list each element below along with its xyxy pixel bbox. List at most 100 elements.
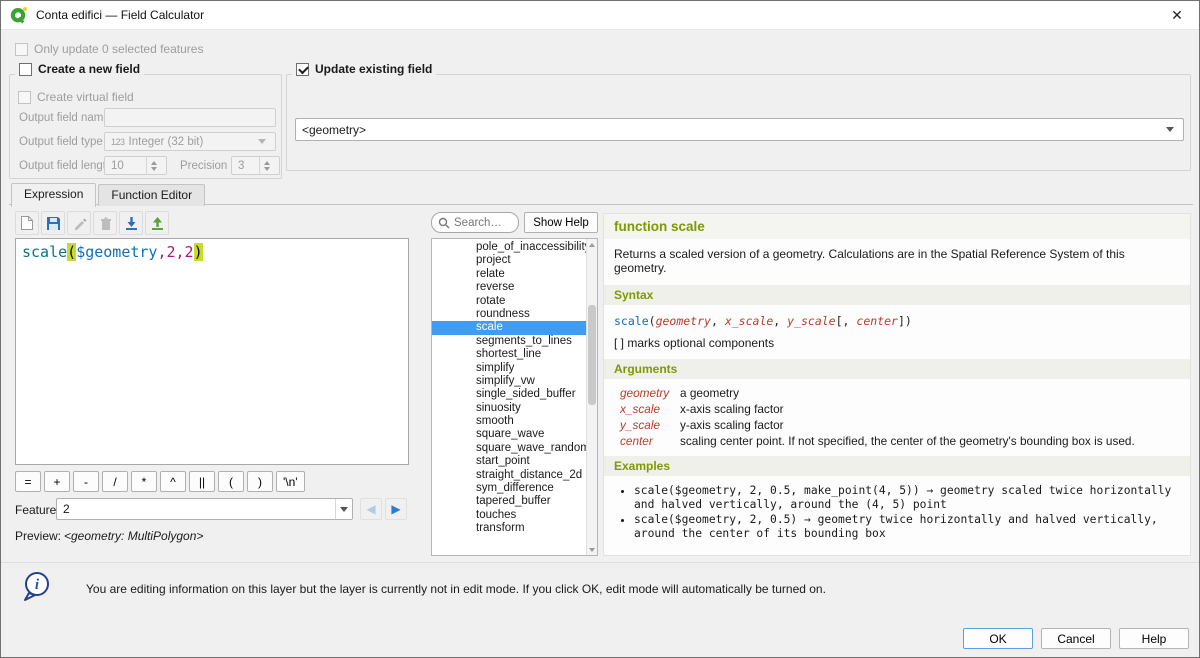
function-list-item[interactable]: square_wave_random… xyxy=(432,442,586,455)
next-feature-button[interactable]: ▶ xyxy=(385,498,407,520)
titlebar: Conta edifici — Field Calculator ✕ xyxy=(1,1,1199,30)
operator-button[interactable]: * xyxy=(131,471,157,492)
function-list-item[interactable]: reverse xyxy=(432,281,586,294)
expression-code-line: scale($geometry,2,2) xyxy=(22,243,402,261)
function-list-items: pole_of_inaccessibilityprojectrelatereve… xyxy=(432,241,586,536)
output-field-length-spinbox: 10 xyxy=(104,156,167,175)
tab-bar: Expression Function Editor xyxy=(11,183,207,206)
function-list-item[interactable]: simplify_vw xyxy=(432,375,586,388)
syntax-part: x_scale xyxy=(725,314,773,328)
function-list-item[interactable]: transform xyxy=(432,522,586,535)
function-search[interactable] xyxy=(431,212,519,233)
function-list-item[interactable]: tapered_buffer xyxy=(432,495,586,508)
cancel-button[interactable]: Cancel xyxy=(1041,628,1111,649)
function-list-item[interactable]: scale xyxy=(432,321,586,334)
tab-expression[interactable]: Expression xyxy=(11,183,96,207)
checkbox-label: Create virtual field xyxy=(37,90,134,104)
syntax-part: y_scale xyxy=(787,314,835,328)
function-list-item[interactable]: relate xyxy=(432,268,586,281)
argument-name: x_scale xyxy=(614,402,680,416)
function-list-item[interactable]: project xyxy=(432,254,586,267)
search-input[interactable] xyxy=(454,217,512,229)
create-new-field-checkbox[interactable]: Create a new field xyxy=(15,62,144,76)
function-list-scrollbar[interactable] xyxy=(586,239,597,555)
operator-button[interactable]: / xyxy=(102,471,128,492)
window-title: Conta edifici — Field Calculator xyxy=(36,8,204,22)
integer-type-icon: 123 xyxy=(111,137,125,147)
argument-desc: scaling center point. If not specified, … xyxy=(680,434,1180,448)
argument-desc: x-axis scaling factor xyxy=(680,402,1180,416)
operator-button-row: =+-/*^||()'\n' xyxy=(15,471,305,492)
show-help-button[interactable]: Show Help xyxy=(524,212,598,233)
export-expressions-button[interactable] xyxy=(145,211,169,235)
new-expression-button[interactable] xyxy=(15,211,39,235)
function-list-item[interactable]: square_wave xyxy=(432,428,586,441)
function-list-item[interactable]: pole_of_inaccessibility xyxy=(432,241,586,254)
dropdown-arrow-icon xyxy=(1163,119,1177,140)
function-list-item[interactable]: start_point xyxy=(432,455,586,468)
function-list-item[interactable]: sym_difference xyxy=(432,482,586,495)
function-list-item[interactable]: smooth xyxy=(432,415,586,428)
function-list-item[interactable]: touches xyxy=(432,509,586,522)
dropdown-arrow-icon xyxy=(335,499,352,519)
expression-token: ( xyxy=(67,243,76,261)
feature-label: Feature xyxy=(15,503,56,517)
syntax-part: ] xyxy=(898,314,905,328)
info-icon: i xyxy=(21,570,53,605)
save-icon xyxy=(46,216,61,231)
create-virtual-field-checkbox: Create virtual field xyxy=(18,90,134,104)
function-list-item[interactable]: segments_to_lines xyxy=(432,335,586,348)
output-field-name-label: Output field name xyxy=(19,112,110,124)
scroll-up-icon[interactable] xyxy=(587,239,597,250)
feature-value: 2 xyxy=(63,502,70,516)
function-list: pole_of_inaccessibilityprojectrelatereve… xyxy=(431,238,598,556)
argument-desc: a geometry xyxy=(680,386,1180,400)
scrollbar-thumb[interactable] xyxy=(588,305,596,405)
function-list-item[interactable]: straight_distance_2d xyxy=(432,469,586,482)
import-expressions-button[interactable] xyxy=(119,211,143,235)
operator-button[interactable]: ^ xyxy=(160,471,186,492)
syntax-header: Syntax xyxy=(604,285,1190,305)
operator-button[interactable]: ( xyxy=(218,471,244,492)
operator-button[interactable]: + xyxy=(44,471,70,492)
function-list-item[interactable]: simplify xyxy=(432,362,586,375)
previous-feature-button[interactable]: ◀ xyxy=(360,498,382,520)
expression-editor[interactable]: scale($geometry,2,2) xyxy=(15,238,409,465)
ok-button[interactable]: OK xyxy=(963,628,1033,649)
function-list-item[interactable]: rotate xyxy=(432,295,586,308)
dropdown-arrow-icon xyxy=(255,133,269,150)
close-icon[interactable]: ✕ xyxy=(1163,7,1191,24)
help-title: function scale xyxy=(604,214,1190,239)
operator-button[interactable]: || xyxy=(189,471,215,492)
operator-button[interactable]: '\n' xyxy=(276,471,305,492)
output-field-type-label: Output field type xyxy=(19,136,103,148)
update-existing-field-checkbox[interactable]: Update existing field xyxy=(292,62,436,76)
operator-button[interactable]: ) xyxy=(247,471,273,492)
precision-label: Precision xyxy=(180,160,227,172)
feature-combo[interactable]: 2 xyxy=(56,498,353,520)
argument-desc: y-axis scaling factor xyxy=(680,418,1180,432)
existing-field-combo[interactable]: <geometry> xyxy=(295,118,1184,141)
checkbox-label: Only update 0 selected features xyxy=(34,42,203,56)
save-expression-button[interactable] xyxy=(41,211,65,235)
syntax-line: scale(geometry, x_scale, y_scale[, cente… xyxy=(604,305,1190,334)
function-list-item[interactable]: single_sided_buffer xyxy=(432,388,586,401)
function-list-item[interactable]: roundness xyxy=(432,308,586,321)
checkbox-label: Create a new field xyxy=(38,62,140,76)
footer-divider xyxy=(1,562,1199,563)
scroll-down-icon[interactable] xyxy=(587,544,597,555)
output-field-length-value: 10 xyxy=(111,160,124,172)
operator-button[interactable]: = xyxy=(15,471,41,492)
syntax-part: , xyxy=(711,314,725,328)
argument-name: geometry xyxy=(614,386,680,400)
help-button[interactable]: Help xyxy=(1119,628,1189,649)
update-existing-group: <geometry> xyxy=(286,74,1191,171)
tab-function-editor[interactable]: Function Editor xyxy=(98,184,205,206)
arguments-header: Arguments xyxy=(604,359,1190,379)
function-list-item[interactable]: shortest_line xyxy=(432,348,586,361)
function-list-item[interactable]: sinuosity xyxy=(432,402,586,415)
output-field-type-value: Integer (32 bit) xyxy=(129,136,204,148)
import-arrow-icon xyxy=(124,216,139,231)
operator-button[interactable]: - xyxy=(73,471,99,492)
argument-name: y_scale xyxy=(614,418,680,432)
